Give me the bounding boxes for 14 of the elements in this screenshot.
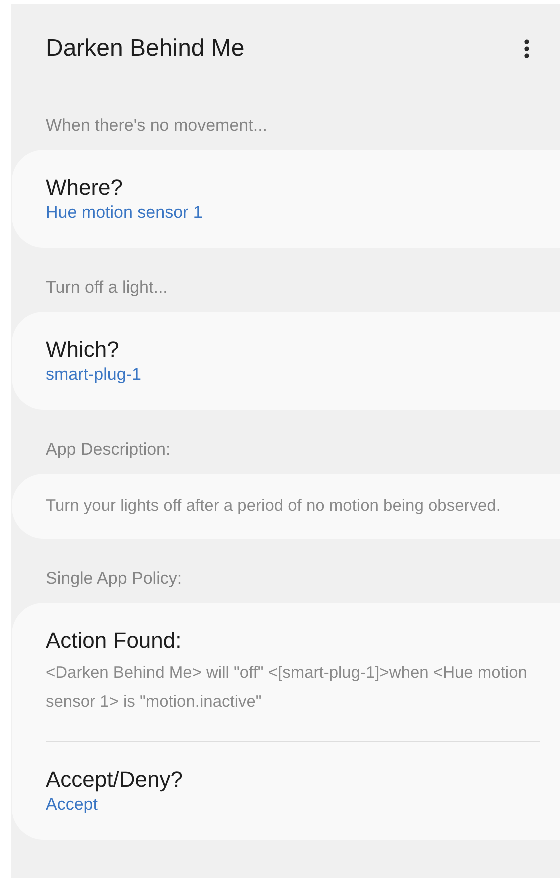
- setting-value[interactable]: Accept: [46, 794, 540, 816]
- page-title: Darken Behind Me: [46, 34, 245, 64]
- section-heading: Turn off a light...: [45, 278, 169, 298]
- info-label: Action Found:: [46, 627, 183, 655]
- section-heading: App Description:: [45, 440, 172, 460]
- info-text: <Darken Behind Me> will "off" <[smart-plug-1]>when <Hue motion sensor 1> is "motion.inactive": [46, 663, 528, 713]
- setting-value[interactable]: Hue motion sensor 1: [46, 202, 540, 224]
- section-heading: When there's no movement...: [45, 116, 269, 136]
- description-text: Turn your lights off after a period of no motion being observed.: [46, 496, 502, 517]
- setting-label: Which?: [46, 336, 120, 364]
- setting-label: Where?: [46, 174, 124, 202]
- setting-label: Accept/Deny?: [46, 766, 184, 794]
- section-heading: Single App Policy:: [45, 569, 184, 589]
- setting-value[interactable]: smart-plug-1: [46, 364, 540, 386]
